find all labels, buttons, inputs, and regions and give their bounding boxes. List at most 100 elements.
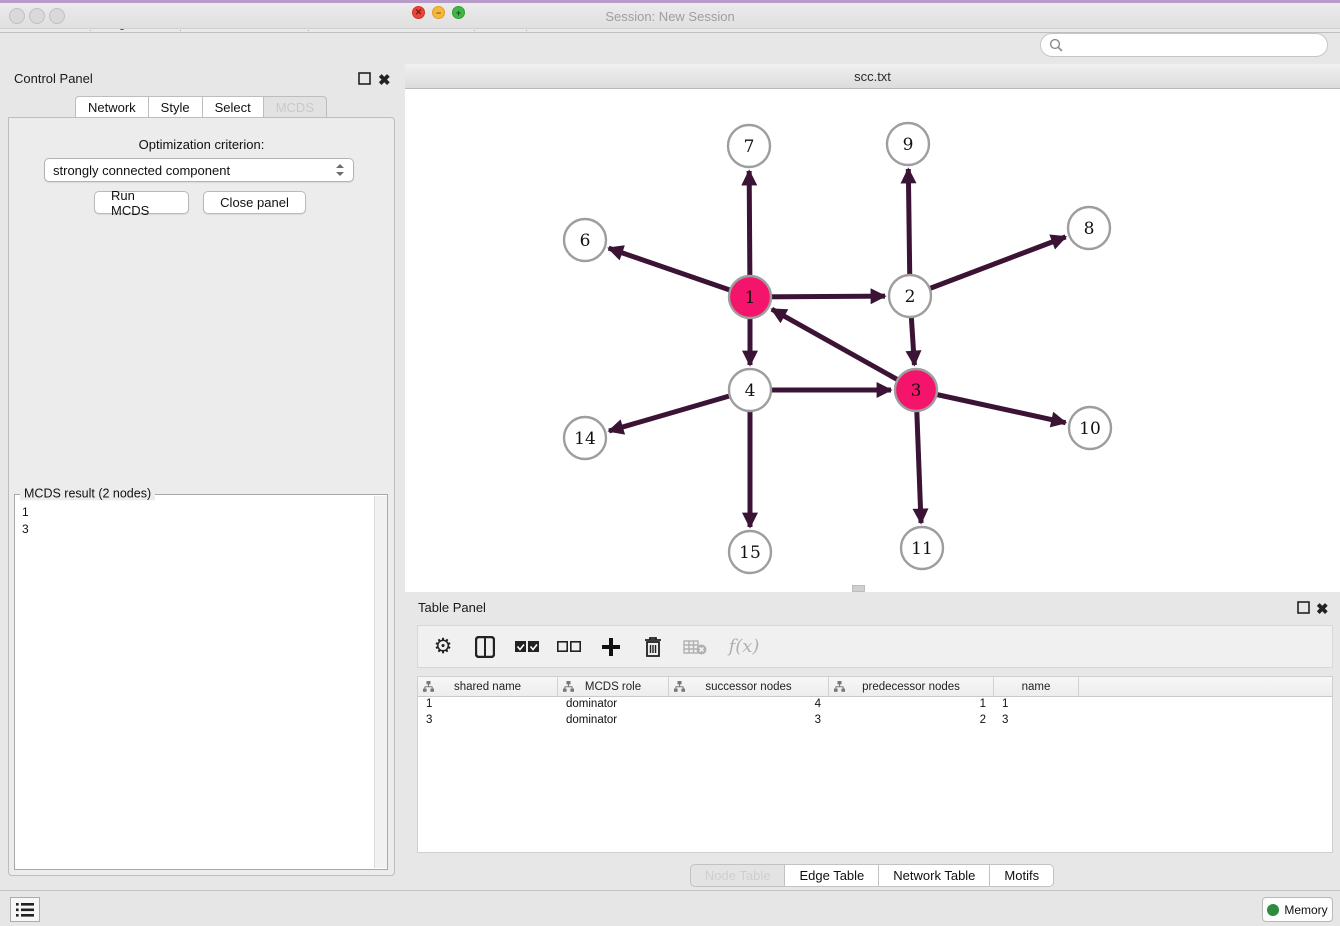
node-label-2: 2 bbox=[905, 287, 916, 307]
tab-mcds[interactable]: MCDS bbox=[263, 96, 327, 119]
table-panel-float-icon[interactable] bbox=[1297, 601, 1310, 619]
memory-button[interactable]: Memory bbox=[1262, 897, 1333, 922]
window-title: Session: New Session bbox=[0, 9, 1340, 24]
function-builder-button[interactable]: f(x) bbox=[724, 634, 764, 660]
column-header-shared-name[interactable]: shared name bbox=[418, 677, 558, 696]
table-cell[interactable]: dominator bbox=[558, 713, 669, 729]
fx-icon: f(x) bbox=[729, 636, 760, 657]
result-scrollbar[interactable] bbox=[374, 496, 387, 868]
unchecked-boxes-icon bbox=[557, 641, 581, 653]
gear-icon: ⚙ bbox=[434, 636, 453, 657]
tab-select[interactable]: Select bbox=[202, 96, 264, 119]
column-header-MCDS-role[interactable]: MCDS role bbox=[558, 677, 669, 696]
node-label-11: 11 bbox=[911, 539, 933, 559]
tab-node-table[interactable]: Node Table bbox=[690, 864, 786, 887]
network-minimize-button[interactable]: − bbox=[432, 6, 445, 19]
node-label-8: 8 bbox=[1084, 219, 1095, 239]
trash-icon bbox=[644, 636, 662, 658]
table-body: 1dominator4113dominator323 bbox=[418, 697, 1332, 729]
table-cell[interactable]: 3 bbox=[994, 713, 1079, 729]
edge-2-8[interactable] bbox=[910, 237, 1066, 296]
result-line: 1 bbox=[22, 504, 366, 521]
criterion-select[interactable]: strongly connected component bbox=[44, 158, 354, 182]
tab-network-table[interactable]: Network Table bbox=[878, 864, 990, 887]
table-cell[interactable]: 4 bbox=[669, 697, 829, 713]
node-label-3: 3 bbox=[911, 381, 922, 401]
memory-status-icon bbox=[1267, 904, 1279, 916]
column-header-predecessor-nodes[interactable]: predecessor nodes bbox=[829, 677, 994, 696]
node-label-10: 10 bbox=[1079, 419, 1101, 439]
table-cell[interactable]: dominator bbox=[558, 697, 669, 713]
edge-3-10[interactable] bbox=[916, 390, 1066, 423]
table-panel-close-icon[interactable]: ✖ bbox=[1316, 600, 1329, 618]
memory-label: Memory bbox=[1284, 903, 1327, 917]
tab-motifs[interactable]: Motifs bbox=[989, 864, 1054, 887]
network-canvas[interactable]: 7 9 6 8 1 2 4 3 14 10 15 11 bbox=[405, 89, 1340, 592]
node-label-9: 9 bbox=[903, 135, 914, 155]
table-cell[interactable]: 3 bbox=[418, 713, 558, 729]
column-header-successor-nodes[interactable]: successor nodes bbox=[669, 677, 829, 696]
table-settings-button[interactable]: ⚙ bbox=[430, 634, 456, 660]
status-bar bbox=[0, 890, 1340, 926]
select-all-columns-button[interactable] bbox=[514, 634, 540, 660]
network-maximize-button[interactable]: + bbox=[452, 6, 465, 19]
close-panel-button[interactable]: Close panel bbox=[203, 191, 306, 214]
show-columns-button[interactable] bbox=[472, 634, 498, 660]
graph-svg: 7 9 6 8 1 2 4 3 14 10 15 11 bbox=[405, 89, 1340, 592]
checked-boxes-icon bbox=[515, 641, 539, 653]
tab-style[interactable]: Style bbox=[148, 96, 203, 119]
hierarchy-icon bbox=[674, 681, 685, 692]
node-table[interactable]: shared nameMCDS rolesuccessor nodesprede… bbox=[417, 676, 1333, 853]
table-cell[interactable]: 2 bbox=[829, 713, 994, 729]
table-cell[interactable]: 1 bbox=[829, 697, 994, 713]
search-input[interactable] bbox=[1063, 37, 1327, 53]
result-line: 3 bbox=[22, 521, 366, 538]
node-label-15: 15 bbox=[739, 543, 761, 563]
node-label-4: 4 bbox=[745, 381, 756, 401]
table-panel-tabs: Node TableEdge TableNetwork TableMotifs bbox=[405, 864, 1340, 887]
task-history-button[interactable] bbox=[10, 897, 40, 922]
add-row-button[interactable] bbox=[598, 634, 624, 660]
columns-icon bbox=[475, 636, 495, 658]
node-label-14: 14 bbox=[574, 429, 596, 449]
delete-table-icon bbox=[683, 639, 707, 655]
plus-icon bbox=[601, 637, 621, 657]
table-cell[interactable]: 3 bbox=[669, 713, 829, 729]
network-close-button[interactable]: ✕ bbox=[412, 6, 425, 19]
search-icon bbox=[1049, 38, 1063, 52]
table-toolbar: ⚙ bbox=[417, 625, 1333, 668]
list-icon bbox=[16, 903, 34, 917]
mcds-result-list[interactable]: 13 bbox=[16, 500, 372, 864]
search-box[interactable] bbox=[1040, 33, 1328, 57]
hierarchy-icon bbox=[834, 681, 845, 692]
delete-table-button[interactable] bbox=[682, 634, 708, 660]
control-panel-tabs: Network Style Select MCDS bbox=[0, 96, 403, 119]
column-header-name[interactable]: name bbox=[994, 677, 1079, 696]
edge-3-1[interactable] bbox=[772, 309, 916, 390]
canvas-resize-grip[interactable] bbox=[852, 585, 865, 592]
mcds-result-title: MCDS result (2 nodes) bbox=[20, 486, 155, 500]
table-row[interactable]: 1dominator411 bbox=[418, 697, 1332, 713]
criterion-value: strongly connected component bbox=[53, 163, 230, 178]
unselect-all-columns-button[interactable] bbox=[556, 634, 582, 660]
control-panel-close-icon[interactable]: ✖ bbox=[378, 71, 391, 89]
edge-1-6[interactable] bbox=[609, 248, 750, 297]
hierarchy-icon bbox=[563, 681, 574, 692]
tab-edge-table[interactable]: Edge Table bbox=[784, 864, 879, 887]
control-panel-title: Control Panel bbox=[14, 71, 93, 86]
control-panel-float-icon[interactable] bbox=[358, 72, 371, 90]
table-panel-title: Table Panel bbox=[418, 600, 486, 615]
node-label-7: 7 bbox=[744, 137, 755, 157]
tab-network[interactable]: Network bbox=[75, 96, 149, 119]
table-cell[interactable]: 1 bbox=[418, 697, 558, 713]
table-cell[interactable]: 1 bbox=[994, 697, 1079, 713]
node-label-1: 1 bbox=[745, 288, 756, 308]
delete-row-button[interactable] bbox=[640, 634, 666, 660]
hierarchy-icon bbox=[423, 681, 434, 692]
run-mcds-button[interactable]: Run MCDS bbox=[94, 191, 189, 214]
table-row[interactable]: 3dominator323 bbox=[418, 713, 1332, 729]
main-titlebar: Session: New Session bbox=[0, 3, 1340, 29]
optimization-criterion-label: Optimization criterion: bbox=[0, 137, 403, 152]
node-label-6: 6 bbox=[580, 231, 591, 251]
network-window-title: scc.txt bbox=[405, 69, 1340, 84]
